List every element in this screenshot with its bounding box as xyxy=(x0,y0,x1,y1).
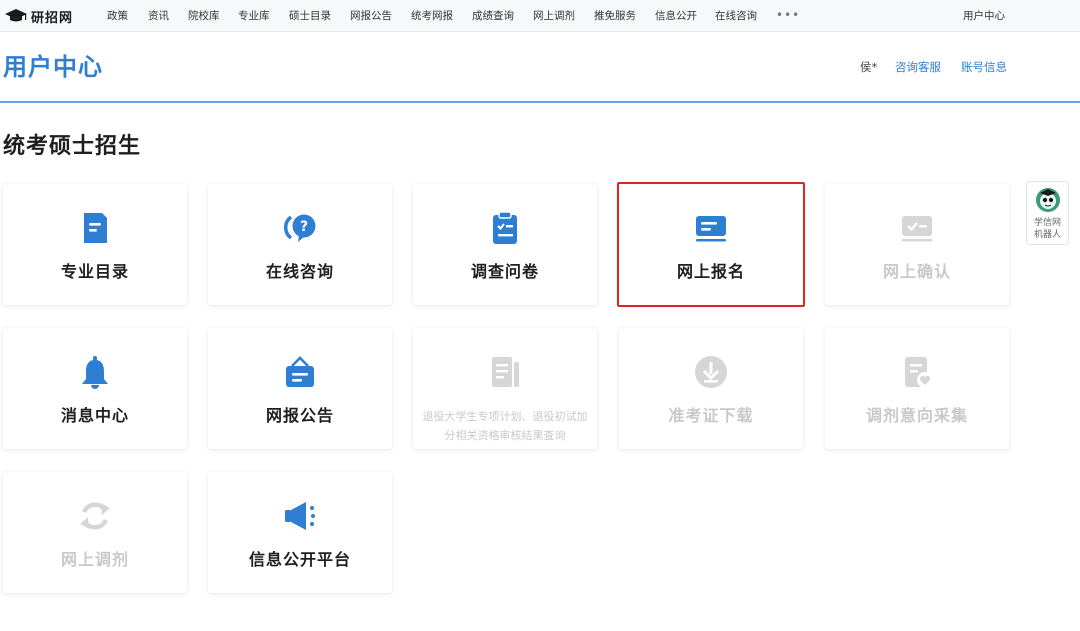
svg-text:?: ? xyxy=(300,219,308,235)
nav-item-policy[interactable]: 政策 xyxy=(107,9,128,23)
card-label: 调查问卷 xyxy=(470,262,539,281)
card-label: 信息公开平台 xyxy=(248,550,351,569)
card-label: 在线咨询 xyxy=(265,262,334,281)
nav-item-online-consult[interactable]: 在线咨询 xyxy=(715,9,757,23)
card-label: 网上调剂 xyxy=(60,550,129,569)
question-chat-icon: ? xyxy=(282,210,318,246)
header-divider xyxy=(0,101,1080,103)
card-veteran-qualification-query: 退役大学生专项计划、退役初试加分相关资格审核结果查询 xyxy=(413,328,597,449)
document-list-icon xyxy=(77,210,113,246)
card-label: 专业目录 xyxy=(60,262,129,281)
nav-item-master-catalog[interactable]: 硕士目录 xyxy=(289,9,331,23)
card-adjustment-intention: 调剂意向采集 xyxy=(825,328,1009,449)
card-online-confirmation: 网上确认 xyxy=(825,184,1009,305)
card-online-consult[interactable]: ? 在线咨询 xyxy=(208,184,392,305)
card-online-adjustment: 网上调剂 xyxy=(3,472,187,593)
card-label: 调剂意向采集 xyxy=(865,406,968,425)
nav-more-button[interactable]: ••• xyxy=(776,8,800,22)
nav-item-majors[interactable]: 专业库 xyxy=(238,9,270,23)
top-navigation-bar: 研招网 政策 资讯 院校库 专业库 硕士目录 网报公告 统考网报 成绩查询 网上… xyxy=(0,0,1080,32)
nav-item-unified-registration[interactable]: 统考网报 xyxy=(411,9,453,23)
section-title: 统考硕士招生 xyxy=(3,134,142,159)
robot-label: 学信网 机器人 xyxy=(1033,218,1061,240)
site-logo[interactable]: 研招网 xyxy=(4,6,73,26)
card-registration-notice[interactable]: 网报公告 xyxy=(208,328,392,449)
card-online-registration[interactable]: 网上报名 xyxy=(617,182,805,307)
download-circle-icon xyxy=(693,354,729,390)
refresh-arrows-icon xyxy=(77,498,113,534)
card-admission-ticket-download: 准考证下载 xyxy=(619,328,803,449)
user-name: 侯* xyxy=(860,60,878,74)
card-info-disclosure-platform[interactable]: 信息公开平台 xyxy=(208,472,392,593)
account-info-link[interactable]: 账号信息 xyxy=(961,59,1007,75)
card-label: 网报公告 xyxy=(265,406,334,425)
robot-avatar-icon xyxy=(1035,187,1061,213)
card-major-catalog[interactable]: 专业目录 xyxy=(3,184,187,305)
card-survey[interactable]: 调查问卷 xyxy=(413,184,597,305)
nav-item-schools[interactable]: 院校库 xyxy=(188,9,220,23)
nav-item-score-query[interactable]: 成绩查询 xyxy=(472,9,514,23)
nav-item-info-disclosure[interactable]: 信息公开 xyxy=(655,9,697,23)
logo-text: 研招网 xyxy=(31,10,74,26)
clipboard-check-icon xyxy=(487,210,523,246)
card-label: 消息中心 xyxy=(60,406,129,425)
nav-item-news[interactable]: 资讯 xyxy=(148,9,169,23)
nav-item-registration-notice[interactable]: 网报公告 xyxy=(350,9,392,23)
chsi-robot-widget[interactable]: 学信网 机器人 xyxy=(1026,181,1069,245)
nav-item-recommendation[interactable]: 推免服务 xyxy=(594,9,636,23)
document-heart-icon xyxy=(899,354,935,390)
card-message-center[interactable]: 消息中心 xyxy=(3,328,187,449)
check-card-icon xyxy=(899,210,935,246)
card-form-icon xyxy=(693,210,729,246)
bell-icon xyxy=(77,354,113,390)
nav-item-online-adjustment[interactable]: 网上调剂 xyxy=(533,9,575,23)
consult-service-link[interactable]: 咨询客服 xyxy=(895,59,941,75)
announcement-bag-icon xyxy=(282,354,318,390)
document-columns-icon xyxy=(487,354,523,390)
card-label: 退役大学生专项计划、退役初试加分相关资格审核结果查询 xyxy=(422,410,588,442)
card-label: 网上报名 xyxy=(676,262,745,281)
megaphone-icon xyxy=(282,498,318,534)
card-label: 准考证下载 xyxy=(668,406,754,425)
graduation-cap-icon xyxy=(5,9,27,22)
page-title: 用户中心 xyxy=(3,53,103,81)
nav-user-center[interactable]: 用户中心 xyxy=(963,9,1005,23)
card-label: 网上确认 xyxy=(882,262,951,281)
